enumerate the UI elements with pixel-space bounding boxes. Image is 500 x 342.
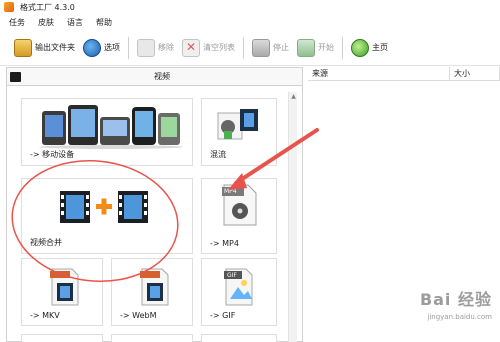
watermark-title: Bai 经验 <box>419 290 492 309</box>
remove-icon <box>137 38 155 57</box>
mp4-label: -> MP4 <box>210 239 239 248</box>
tile-partial[interactable] <box>111 334 193 342</box>
tile-mobile-devices[interactable]: -> 移动设备 <box>21 98 193 166</box>
toolbar-divider <box>128 36 129 59</box>
mux-label: 混流 <box>210 150 226 159</box>
clear-list-icon <box>182 38 200 57</box>
options-label: 选项 <box>104 43 120 52</box>
menu-language[interactable]: 语言 <box>67 17 83 28</box>
window-title: 格式工厂 4.3.0 <box>20 2 75 12</box>
stop-label: 停止 <box>273 43 289 52</box>
tile-mkv[interactable]: -> MKV <box>21 258 103 326</box>
vertical-scrollbar[interactable]: ▲ <box>288 92 297 342</box>
menu-bar: 任务 皮肤 语言 帮助 <box>0 15 500 29</box>
tile-gif[interactable]: GIF -> GIF <box>201 258 277 326</box>
video-panel: 视频 -> 移动设备 混流 视频合并 MP4 -> MP4 -> MKV -> … <box>6 67 303 342</box>
remove-button[interactable]: 移除 <box>133 33 178 63</box>
tile-partial[interactable] <box>201 334 277 342</box>
tile-webm[interactable]: -> WebM <box>111 258 193 326</box>
gif-badge: GIF <box>227 272 237 279</box>
toolbar-divider <box>342 36 343 59</box>
tile-mux[interactable]: 混流 <box>201 98 277 166</box>
remove-label: 移除 <box>158 43 174 52</box>
start-label: 开始 <box>318 43 334 52</box>
home-icon <box>351 38 369 57</box>
home-button[interactable]: 主页 <box>347 33 392 63</box>
output-folder-button[interactable]: 输出文件夹 <box>10 33 79 63</box>
options-button[interactable]: 选项 <box>79 33 124 63</box>
webm-file-icon <box>140 268 169 306</box>
video-merge-label: 视频合并 <box>30 238 62 247</box>
watermark: Bai 经验 jingyan.baidu.com <box>380 286 492 336</box>
toolbar-divider <box>243 36 244 59</box>
clear-list-button[interactable]: 清空列表 <box>178 33 239 63</box>
watermark-url: jingyan.baidu.com <box>427 313 492 321</box>
webm-label: -> WebM <box>120 311 157 320</box>
video-panel-header[interactable]: 视频 <box>7 68 302 86</box>
mp4-badge: MP4 <box>224 188 237 195</box>
stop-button[interactable]: 停止 <box>248 33 293 63</box>
tile-video-merge[interactable]: 视频合并 <box>21 178 193 254</box>
tile-partial[interactable] <box>21 334 103 342</box>
mobile-devices-icon <box>39 105 183 149</box>
start-icon <box>297 38 315 57</box>
menu-help[interactable]: 帮助 <box>96 17 112 28</box>
menu-task[interactable]: 任务 <box>9 17 25 28</box>
home-label: 主页 <box>372 43 388 52</box>
mkv-label: -> MKV <box>30 311 60 320</box>
column-header-size[interactable]: 大小 <box>450 67 500 81</box>
menu-skin[interactable]: 皮肤 <box>38 17 54 28</box>
column-header-source[interactable]: 来源 <box>308 67 450 81</box>
film-icon <box>10 71 21 82</box>
output-folder-label: 输出文件夹 <box>35 43 75 52</box>
title-bar: 格式工厂 4.3.0 <box>0 0 500 14</box>
mkv-file-icon <box>50 268 79 306</box>
stop-icon <box>252 38 270 57</box>
folder-icon <box>14 38 32 57</box>
conversion-grid: -> 移动设备 混流 视频合并 MP4 -> MP4 -> MKV -> Web… <box>15 92 290 342</box>
toolbar: 输出文件夹 选项 移除 清空列表 停止 开始 主页 <box>0 30 500 66</box>
gif-label: -> GIF <box>210 311 236 320</box>
mobile-devices-label: -> 移动设备 <box>30 150 75 159</box>
options-icon <box>83 38 101 57</box>
clear-list-label: 清空列表 <box>203 43 235 52</box>
scroll-up-icon[interactable]: ▲ <box>289 92 298 101</box>
video-merge-icon <box>60 191 148 223</box>
app-logo-icon <box>4 2 14 12</box>
start-button[interactable]: 开始 <box>293 33 338 63</box>
mux-icon <box>217 109 258 140</box>
video-panel-title: 视频 <box>154 72 170 81</box>
tile-mp4[interactable]: MP4 -> MP4 <box>201 178 277 254</box>
